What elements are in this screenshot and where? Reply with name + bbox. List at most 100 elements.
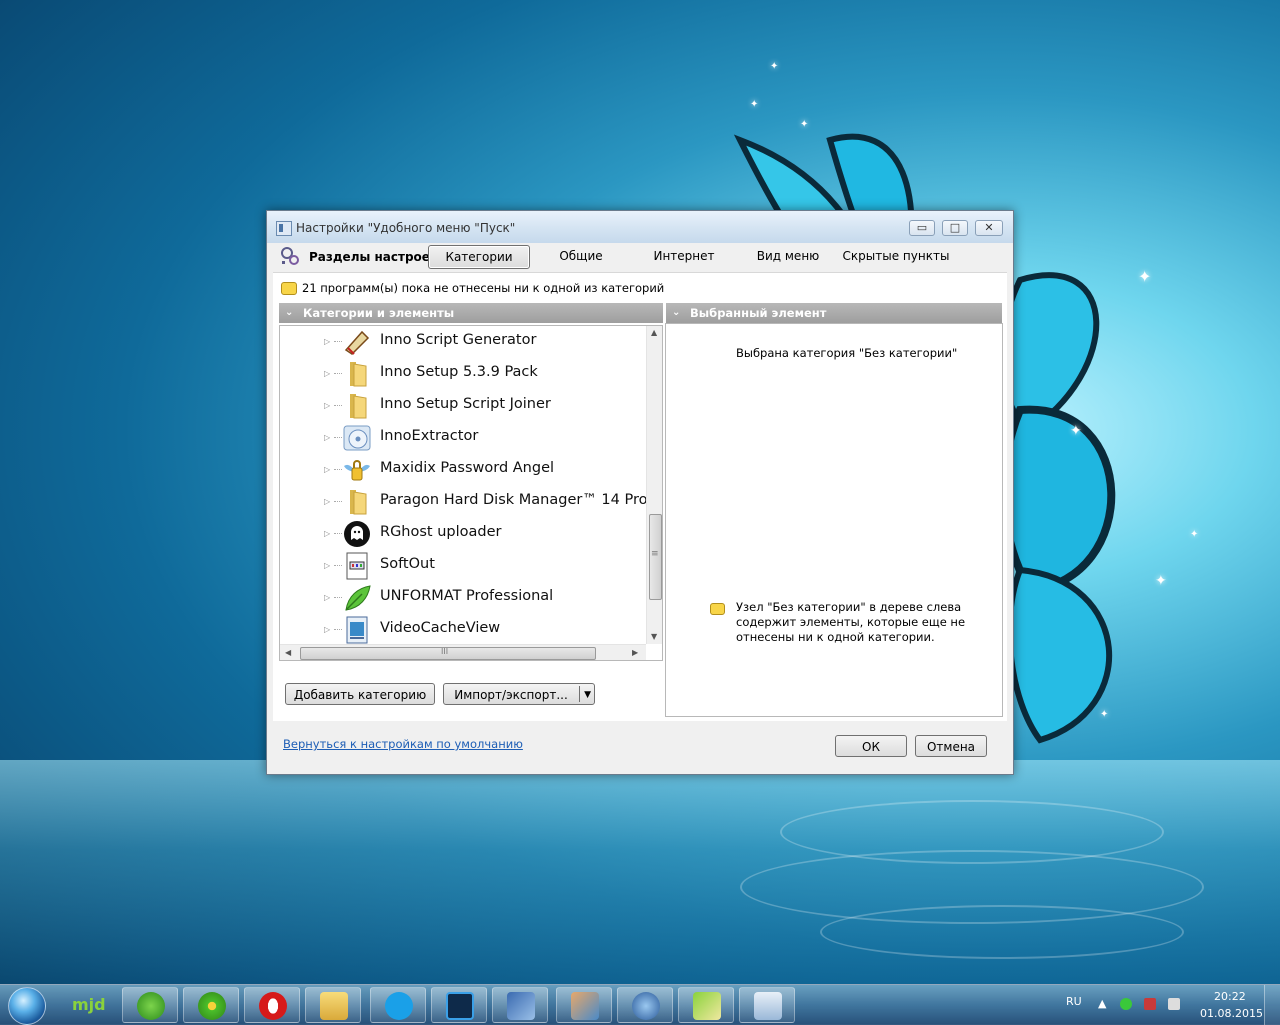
photoshop-icon (446, 992, 474, 1020)
taskbar-item-mydefrag[interactable]: mjd (60, 987, 116, 1023)
expand-icon[interactable]: ▷ (324, 497, 330, 506)
categories-panel-header[interactable]: ⌄ Категории и элементы (279, 303, 663, 323)
globe-icon (632, 992, 660, 1020)
hint-text: Узел "Без категории" в дереве слева соде… (736, 600, 966, 644)
tree-connector (334, 373, 342, 374)
folder-icon (350, 490, 367, 515)
tree-item[interactable]: ▷ Inno Setup Script Joiner (280, 390, 646, 422)
volume-muted-icon[interactable] (1144, 998, 1156, 1010)
tree-item[interactable]: ▷ Paragon Hard Disk Manager™ 14 Profes (280, 486, 646, 518)
tree-item[interactable]: ▷ RGhost uploader (280, 518, 646, 550)
maximize-icon: □ (949, 221, 961, 234)
scroll-up-icon[interactable]: ▲ (651, 328, 657, 337)
tree-connector (334, 629, 342, 630)
leaf-icon (345, 585, 371, 611)
action-center-icon[interactable] (1168, 998, 1180, 1010)
taskbar-item-icq[interactable] (183, 987, 239, 1023)
taskbar-item-app-pencil[interactable] (678, 987, 734, 1023)
sparkle: ✦ (1100, 709, 1109, 720)
tree-connector (334, 437, 342, 438)
tree-item[interactable]: ▷ Maxidix Password Angel (280, 454, 646, 486)
inno-script-icon (344, 330, 370, 355)
show-desktop-button[interactable] (1264, 985, 1280, 1025)
categories-tree[interactable]: ▷ Inno Script Generator ▷ Inno Setup 5.3… (279, 325, 663, 661)
ok-button[interactable]: ОК (835, 735, 907, 757)
tree-item[interactable]: ▷ VideoCacheView (280, 614, 646, 644)
taskbar-item-utorrent[interactable] (122, 987, 178, 1023)
expand-icon[interactable]: ▷ (324, 337, 330, 346)
reset-defaults-link[interactable]: Вернуться к настройкам по умолчанию (283, 737, 523, 751)
expand-icon[interactable]: ▷ (324, 401, 330, 410)
expand-icon[interactable]: ▷ (324, 561, 330, 570)
horizontal-scrollbar[interactable]: ◀ III ▶ (280, 644, 646, 660)
expand-icon[interactable]: ▷ (324, 529, 330, 538)
start-button[interactable] (4, 987, 48, 1025)
tree-connector (334, 533, 342, 534)
grip-icon: III (441, 647, 449, 656)
import-export-button[interactable]: Импорт/экспорт... ▼ (443, 683, 595, 705)
language-indicator[interactable]: RU (1066, 995, 1082, 1008)
tab-internet[interactable]: Интернет (639, 245, 729, 267)
scroll-down-icon[interactable]: ▼ (651, 632, 657, 641)
folder-icon (320, 992, 348, 1020)
vertical-scroll-thumb[interactable]: ≡ (649, 514, 662, 600)
expand-icon[interactable]: ▷ (324, 625, 330, 634)
scroll-left-icon[interactable]: ◀ (285, 648, 291, 657)
lock-icon (344, 460, 370, 481)
tree-item[interactable]: ▷ Inno Script Generator (280, 326, 646, 358)
taskbar-item-virtualbox[interactable] (492, 987, 548, 1023)
taskbar-item-photoshop[interactable] (431, 987, 487, 1023)
expand-icon[interactable]: ▷ (324, 465, 330, 474)
mydefrag-icon: mjd (72, 995, 106, 1014)
vertical-scrollbar[interactable]: ▲ ≡ ▼ (646, 326, 662, 644)
utorrent-icon (137, 992, 165, 1020)
tree-item[interactable]: ▷ Inno Setup 5.3.9 Pack (280, 358, 646, 390)
maximize-button[interactable]: □ (942, 220, 968, 236)
taskbar-item-start-menu-settings[interactable] (739, 987, 795, 1023)
tree-item[interactable]: ▷ InnoExtractor (280, 422, 646, 454)
expand-icon[interactable]: ▷ (324, 433, 330, 442)
categories-panel-title: Категории и элементы (303, 306, 455, 320)
water-ripple (820, 905, 1184, 959)
taskbar-item-explorer[interactable] (305, 987, 361, 1023)
tray-expand-icon[interactable]: ▲ (1098, 997, 1106, 1010)
settings-app-icon (754, 992, 782, 1020)
add-category-button[interactable]: Добавить категорию (285, 683, 435, 705)
close-button[interactable]: ✕ (975, 220, 1003, 236)
network-icon[interactable] (1120, 998, 1132, 1010)
taskbar-item-browser-globe[interactable] (617, 987, 673, 1023)
icq-icon (198, 992, 226, 1020)
chevron-down-icon: ⌄ (285, 307, 294, 318)
settings-window: Настройки "Удобного меню "Пуск" ▭ □ ✕ Ра… (266, 210, 1014, 775)
tab-categories[interactable]: Категории (428, 245, 530, 269)
tab-menu-view[interactable]: Вид меню (743, 245, 833, 267)
clock-date[interactable]: 01.08.2015 (1200, 1007, 1263, 1020)
horizontal-scroll-thumb[interactable]: III (300, 647, 596, 660)
ghost-icon (344, 521, 370, 547)
taskbar-item-app-arrow[interactable] (556, 987, 612, 1023)
tree-item[interactable]: ▷ UNFORMAT Professional (280, 582, 646, 614)
settings-sections-label: Разделы настроек: (309, 250, 443, 264)
folder-icon (350, 394, 367, 419)
tab-hidden-items[interactable]: Скрытые пункты (841, 245, 951, 267)
taskbar-item-opera[interactable] (244, 987, 300, 1023)
sparkle: ✦ (770, 61, 779, 72)
expand-icon[interactable]: ▷ (324, 369, 330, 378)
cancel-button[interactable]: Отмена (915, 735, 987, 757)
expand-icon[interactable]: ▷ (324, 593, 330, 602)
tree-item-label: Inno Setup 5.3.9 Pack (380, 364, 538, 380)
minimize-button[interactable]: ▭ (909, 220, 935, 236)
sparkle: ✦ (1138, 267, 1152, 286)
taskbar-item-skype[interactable] (370, 987, 426, 1023)
clock-time[interactable]: 20:22 (1214, 990, 1246, 1003)
grip-icon: ≡ (651, 549, 659, 559)
selected-item-panel-header[interactable]: ⌄ Выбранный элемент (666, 303, 1002, 323)
tree-item-label: RGhost uploader (380, 524, 502, 540)
tab-general[interactable]: Общие (539, 245, 623, 267)
tree-item[interactable]: ▷ SoftOut (280, 550, 646, 582)
scroll-right-icon[interactable]: ▶ (632, 648, 638, 657)
selected-item-panel: Выбрана категория "Без категории" Узел "… (665, 323, 1003, 717)
tree-connector (334, 405, 342, 406)
dropdown-arrow-icon[interactable]: ▼ (584, 684, 591, 706)
title-bar[interactable]: Настройки "Удобного меню "Пуск" ▭ □ ✕ (267, 211, 1013, 243)
